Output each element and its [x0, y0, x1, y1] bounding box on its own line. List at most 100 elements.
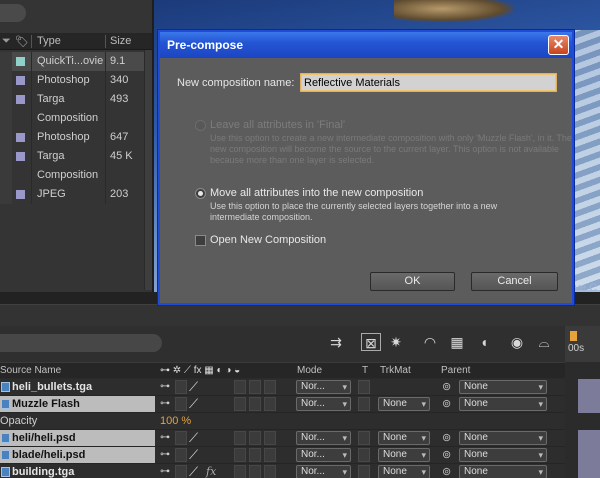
effects-switch-icon[interactable]: fx	[206, 464, 216, 478]
quality-switch-icon[interactable]: ⟋	[189, 447, 198, 463]
brainstorm-icon[interactable]: ◉	[507, 333, 527, 351]
opacity-value[interactable]: 100 %	[160, 415, 191, 427]
draft-3d-icon[interactable]: ✷	[386, 333, 406, 351]
track-matte-dropdown[interactable]: None	[378, 448, 430, 462]
column-header-trkmat[interactable]: TrkMat	[380, 365, 411, 376]
layer-duration-bar[interactable]	[578, 396, 600, 413]
label-tag-icon[interactable]: 🏷	[15, 35, 29, 48]
layer-duration-bar[interactable]	[578, 464, 600, 478]
project-search-field[interactable]	[0, 4, 26, 22]
track-matte-dropdown[interactable]: None	[378, 397, 430, 411]
blend-mode-dropdown[interactable]: Nor...	[296, 448, 351, 462]
parent-dropdown[interactable]: None	[459, 397, 547, 411]
shy-switch-icon[interactable]: ⊶	[160, 379, 170, 395]
collapse-switch[interactable]	[175, 431, 187, 445]
column-header-parent[interactable]: Parent	[441, 365, 470, 376]
3d-layer-switch[interactable]	[264, 431, 276, 445]
shy-switch-icon[interactable]: ⊶	[160, 464, 170, 478]
pick-whip-icon[interactable]: ⊚	[442, 447, 451, 463]
layer-name-cell[interactable]: heli/heli.psd	[0, 430, 155, 446]
graph-editor-icon[interactable]: ⌓	[534, 333, 554, 351]
adjustment-switch[interactable]	[249, 380, 261, 394]
pick-whip-icon[interactable]: ⊚	[442, 379, 451, 395]
preserve-transparency-checkbox[interactable]	[358, 465, 370, 478]
layer-duration-bar[interactable]	[578, 379, 600, 396]
label-color-chip[interactable]	[16, 133, 25, 142]
keyframe-navigator-icon[interactable]: ⇉	[326, 333, 346, 351]
column-header-t[interactable]: T	[362, 365, 368, 376]
blend-mode-dropdown[interactable]: Nor...	[296, 380, 351, 394]
layer-row[interactable]: building.tga ⊶ ⟋ fx Nor... None ⊚ None	[0, 464, 565, 478]
motion-blur-switch[interactable]	[234, 431, 246, 445]
preserve-transparency-checkbox[interactable]	[358, 380, 370, 394]
adjustment-switch[interactable]	[249, 448, 261, 462]
3d-layer-switch[interactable]	[264, 380, 276, 394]
collapse-switch[interactable]	[175, 380, 187, 394]
track-matte-dropdown[interactable]: None	[378, 465, 430, 478]
label-color-chip[interactable]	[16, 57, 25, 66]
project-item-row[interactable]: QuickTi...ovie 9.1	[0, 52, 152, 71]
layer-duration-bar[interactable]	[578, 430, 600, 447]
blend-mode-dropdown[interactable]: Nor...	[296, 397, 351, 411]
preserve-transparency-checkbox[interactable]	[358, 448, 370, 462]
motion-blur-icon[interactable]: ◖	[474, 333, 494, 351]
collapse-switch[interactable]	[175, 397, 187, 411]
3d-layer-switch[interactable]	[264, 448, 276, 462]
quality-switch-icon[interactable]: ⟋	[189, 396, 198, 412]
collapse-switch[interactable]	[175, 448, 187, 462]
live-update-icon[interactable]: ⊠	[361, 333, 381, 351]
motion-blur-switch[interactable]	[234, 448, 246, 462]
quality-switch-icon[interactable]: ⟋	[189, 430, 198, 446]
layer-name-cell[interactable]: blade/heli.psd	[0, 447, 155, 463]
pick-whip-icon[interactable]: ⊚	[442, 430, 451, 446]
project-item-row[interactable]: Composition	[0, 166, 152, 185]
adjustment-switch[interactable]	[249, 397, 261, 411]
quality-switch-icon[interactable]: ⟋	[189, 464, 198, 478]
shy-switch-icon[interactable]: ⊶	[160, 447, 170, 463]
leave-attributes-radio[interactable]	[195, 120, 206, 131]
project-item-row[interactable]: Photoshop 647	[0, 128, 152, 147]
composition-name-input[interactable]	[300, 73, 557, 92]
quality-switch-icon[interactable]: ⟋	[189, 379, 198, 395]
layer-row[interactable]: heli/heli.psd ⊶ ⟋ Nor... None ⊚ None	[0, 430, 565, 447]
project-item-row[interactable]: Targa 493	[0, 90, 152, 109]
adjustment-switch[interactable]	[249, 465, 261, 478]
motion-blur-switch[interactable]	[234, 380, 246, 394]
column-header-size[interactable]: Size	[110, 35, 131, 47]
open-new-composition-checkbox[interactable]	[195, 235, 206, 246]
parent-dropdown[interactable]: None	[459, 448, 547, 462]
column-header-type[interactable]: Type	[37, 35, 61, 47]
layer-name-cell[interactable]: building.tga	[0, 464, 155, 478]
project-item-row[interactable]: JPEG 203	[0, 185, 152, 204]
collapse-switch[interactable]	[175, 465, 187, 478]
label-color-chip[interactable]	[16, 76, 25, 85]
preserve-transparency-checkbox[interactable]	[358, 431, 370, 445]
motion-blur-switch[interactable]	[234, 465, 246, 478]
dialog-title-bar[interactable]: Pre-compose ✕	[160, 32, 572, 58]
layer-name-cell[interactable]: Muzzle Flash	[0, 396, 155, 412]
blend-mode-dropdown[interactable]: Nor...	[296, 465, 351, 478]
adjustment-switch[interactable]	[249, 431, 261, 445]
sort-icon[interactable]: ⏷	[2, 35, 11, 48]
3d-layer-switch[interactable]	[264, 397, 276, 411]
shy-switch-icon[interactable]: ⊶	[160, 396, 170, 412]
layer-row[interactable]: Muzzle Flash ⊶ ⟋ Nor... None ⊚ None	[0, 396, 565, 413]
layer-duration-bar[interactable]	[578, 447, 600, 464]
motion-blur-switch[interactable]	[234, 397, 246, 411]
layer-name-cell[interactable]: heli_bullets.tga	[0, 379, 155, 395]
timeline-search-field[interactable]	[0, 334, 162, 352]
3d-layer-switch[interactable]	[264, 465, 276, 478]
track-matte-dropdown[interactable]: None	[378, 431, 430, 445]
parent-dropdown[interactable]: None	[459, 431, 547, 445]
cancel-button[interactable]: Cancel	[471, 272, 558, 291]
project-item-row[interactable]: Targa 45 K	[0, 147, 152, 166]
pick-whip-icon[interactable]: ⊚	[442, 396, 451, 412]
parent-dropdown[interactable]: None	[459, 465, 547, 478]
move-attributes-radio[interactable]	[195, 188, 206, 199]
preserve-transparency-checkbox[interactable]	[358, 397, 370, 411]
project-item-row[interactable]: Photoshop 340	[0, 71, 152, 90]
shy-switch-icon[interactable]: ⊶	[160, 430, 170, 446]
close-icon[interactable]: ✕	[548, 35, 569, 55]
ok-button[interactable]: OK	[370, 272, 455, 291]
pick-whip-icon[interactable]: ⊚	[442, 464, 451, 478]
